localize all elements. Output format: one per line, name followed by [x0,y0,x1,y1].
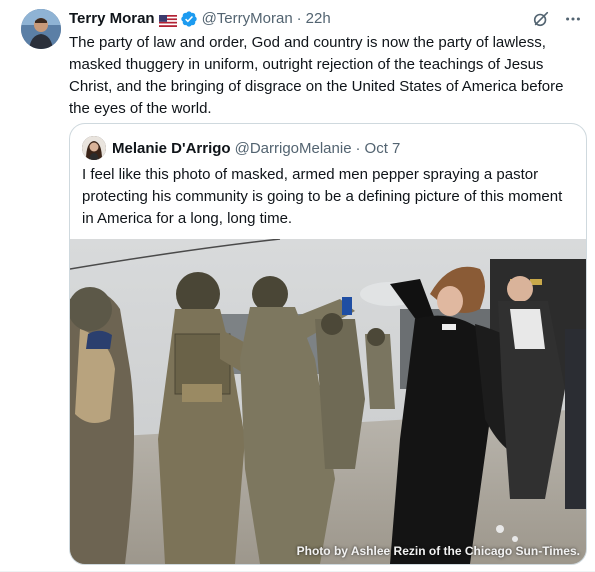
tweet-timestamp[interactable]: 22h [306,9,331,29]
quoted-tweet[interactable]: Melanie D'Arrigo @DarrigoMelanie · Oct 7… [69,123,587,565]
quoted-tweet-photo[interactable]: Photo by Ashlee Rezin of the Chicago Sun… [70,239,586,564]
tweet-header-actions [531,9,583,29]
author-handle[interactable]: @TerryMoran [202,9,293,29]
quoted-author-display-name[interactable]: Melanie D'Arrigo [112,140,231,157]
quoted-tweet-timestamp[interactable]: Oct 7 [365,140,401,157]
tweet-text: The party of law and order, God and coun… [69,34,564,117]
separator-dot: · [355,139,361,157]
tweet-header: Terry Moran @TerryMoran · 22h [69,9,583,29]
more-icon[interactable] [563,9,583,29]
us-flag-icon [158,13,177,27]
photo-credit: Photo by Ashlee Rezin of the Chicago Sun… [296,544,580,558]
separator-dot: · [296,10,302,27]
verified-badge-icon[interactable] [180,10,198,28]
tweet[interactable]: Terry Moran @TerryMoran · 22h The party … [0,0,595,572]
quoted-tweet-text: I feel like this photo of masked, armed … [82,166,563,227]
quoted-author-handle[interactable]: @DarrigoMelanie [235,140,352,157]
author-display-name[interactable]: Terry Moran [69,9,155,29]
author-avatar[interactable] [21,9,61,49]
grok-icon[interactable] [531,9,551,29]
quoted-author-avatar[interactable] [82,136,106,160]
quoted-tweet-header: Melanie D'Arrigo @DarrigoMelanie · Oct 7 [82,136,400,160]
